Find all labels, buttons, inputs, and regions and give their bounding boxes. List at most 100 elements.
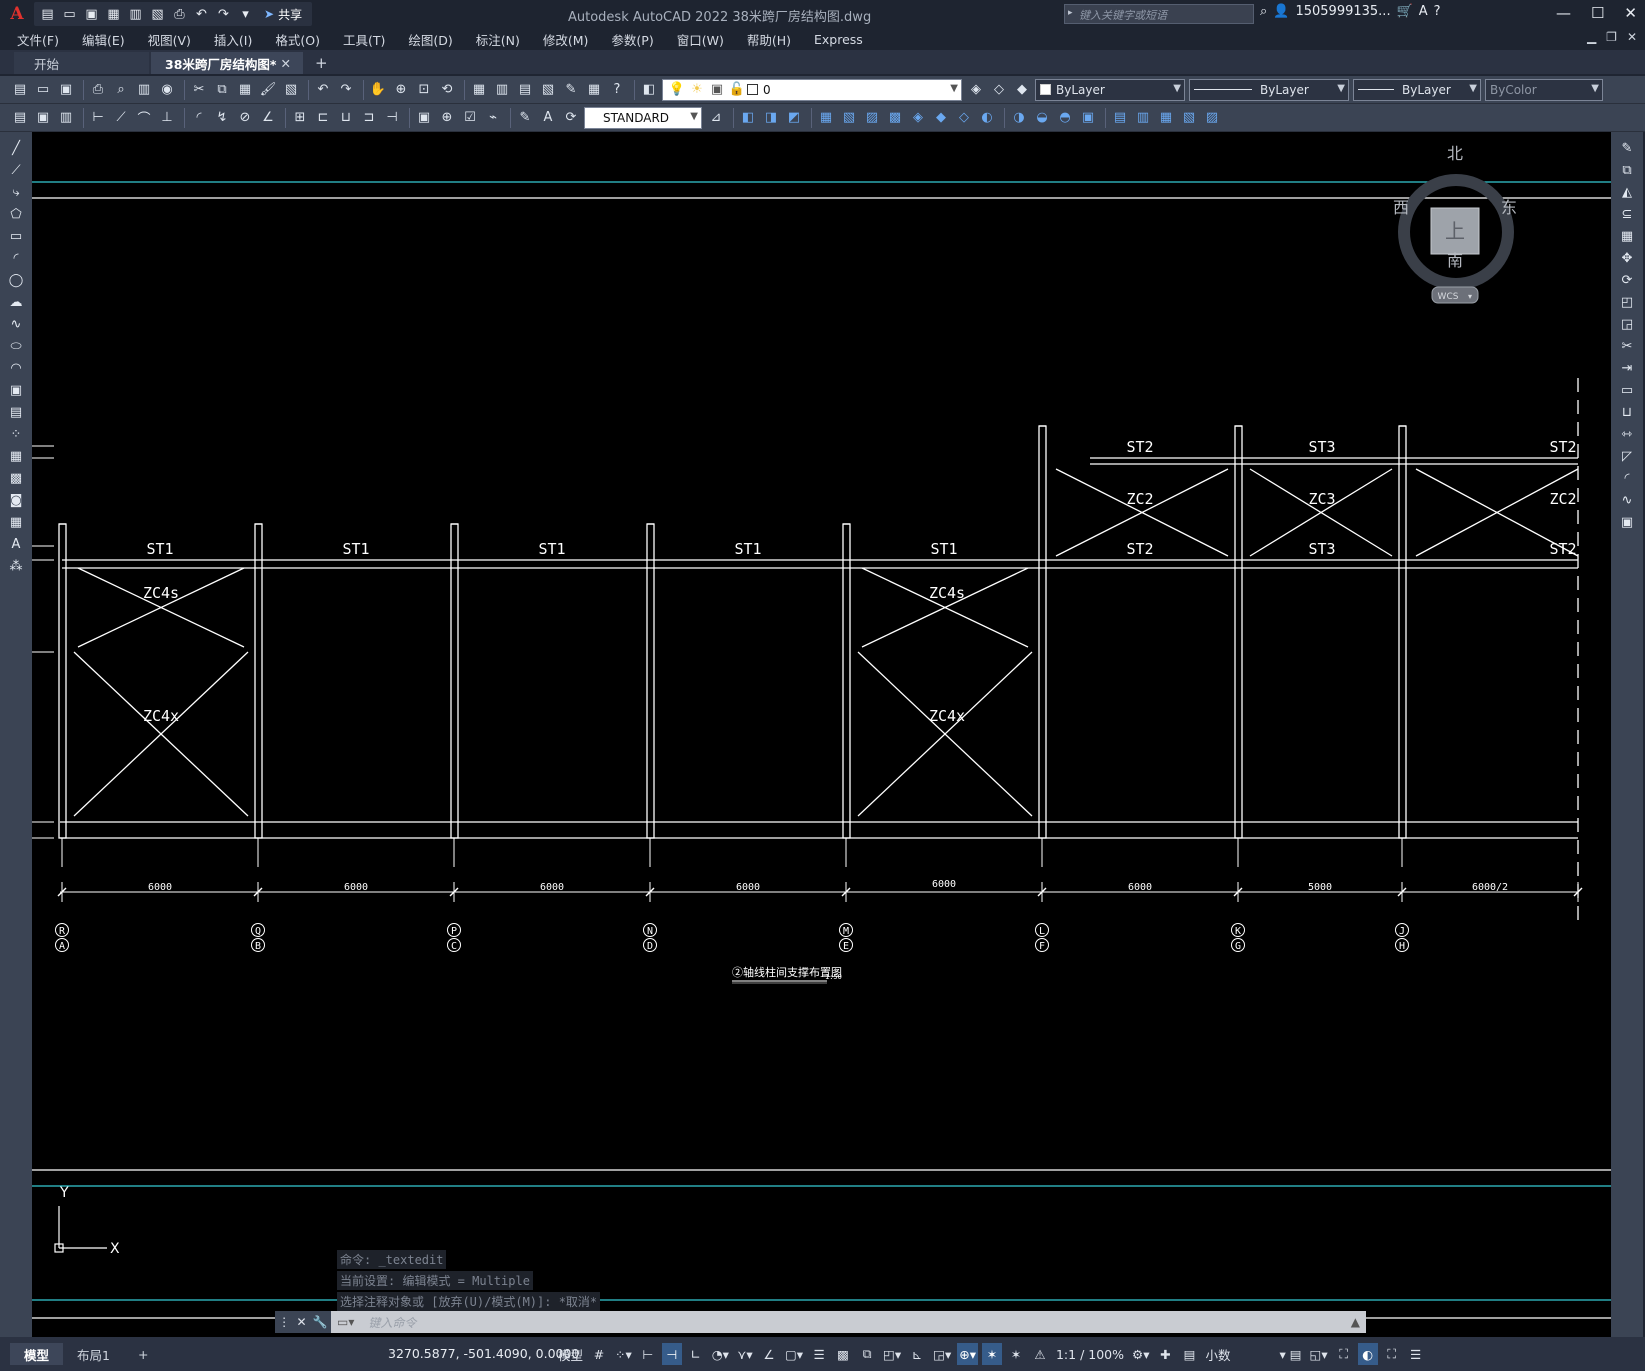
tab-start[interactable]: 开始	[14, 52, 149, 74]
section-icon[interactable]: ▦	[1156, 108, 1176, 128]
new-tab-button[interactable]: +	[305, 52, 338, 74]
ellipse-icon[interactable]: ⬭	[5, 336, 27, 356]
help-icon[interactable]: ?	[607, 80, 627, 100]
close-button[interactable]: ✕	[1624, 4, 1637, 22]
move-faces-icon[interactable]: ▧	[839, 108, 859, 128]
workspace-gear-icon[interactable]: ⚙▾	[1130, 1343, 1151, 1365]
3d-osnap-icon[interactable]: ◰▾	[881, 1343, 903, 1365]
inspection-icon[interactable]: ☑	[460, 108, 480, 128]
zoom-previous-icon[interactable]: ⟲	[437, 80, 457, 100]
arc-length-icon[interactable]: ⌒	[134, 108, 154, 128]
break-at-point-icon[interactable]: ▭	[1616, 380, 1638, 400]
layer-walk-icon[interactable]: ▥	[56, 108, 76, 128]
linear-dimension-icon[interactable]: ⊢	[88, 108, 108, 128]
plot-icon[interactable]: ⎙	[170, 5, 189, 23]
menu-edit[interactable]: 编辑(E)	[82, 30, 125, 49]
layer-isolate-icon[interactable]: ▣	[33, 108, 53, 128]
rotate-icon[interactable]: ⟳	[1616, 270, 1638, 290]
diameter-dimension-icon[interactable]: ⊘	[235, 108, 255, 128]
erase-icon[interactable]: ✎	[1616, 138, 1638, 158]
dimension-style-dropdown[interactable]: STANDARD ▼	[584, 106, 702, 129]
command-input[interactable]: 键入命令	[360, 1314, 1350, 1331]
check-icon[interactable]: ▤	[1110, 108, 1130, 128]
cart-icon[interactable]: 🛒	[1397, 4, 1413, 19]
menu-format[interactable]: 格式(O)	[275, 30, 320, 49]
undo-icon[interactable]: ↶	[313, 80, 333, 100]
undo-icon[interactable]: ↶	[192, 5, 211, 23]
annotation-visibility-icon[interactable]: ✶	[981, 1343, 1002, 1365]
color-dropdown[interactable]: ByLayer ▼	[1035, 78, 1185, 101]
continue-dimension-icon[interactable]: ⊔	[336, 108, 356, 128]
layer-match-icon[interactable]: ▤	[10, 108, 30, 128]
selection-filter-icon[interactable]: ◲▾	[931, 1343, 953, 1365]
drawing-canvas[interactable]: 6000 6000 6000 6000 6000 6000 5000 6000/2 R A Q B P C…	[32, 132, 1611, 1350]
user-name[interactable]: 1505999135...	[1295, 4, 1390, 19]
slice-icon[interactable]: ▥	[1133, 108, 1153, 128]
offset-faces-icon[interactable]: ▨	[862, 108, 882, 128]
cut-icon[interactable]: ✂	[189, 80, 209, 100]
extend-icon[interactable]: ⇥	[1616, 358, 1638, 378]
3d-print-icon[interactable]: ◉	[157, 80, 177, 100]
redo-icon[interactable]: ↷	[336, 80, 356, 100]
jogged-linear-icon[interactable]: ⌁	[483, 108, 503, 128]
menu-file[interactable]: 文件(F)	[17, 30, 59, 49]
multiline-text-icon[interactable]: A	[5, 534, 27, 554]
dynamic-ucs-icon[interactable]: ⊾	[907, 1343, 927, 1365]
redo-icon[interactable]: ↷	[214, 5, 233, 23]
open-web-icon[interactable]: ▥	[126, 5, 145, 23]
transparency-icon[interactable]: ▩	[833, 1343, 853, 1365]
make-current-layer-icon[interactable]: ◈	[966, 80, 986, 100]
customize-qat-icon[interactable]: ▾	[236, 5, 255, 23]
ortho-icon[interactable]: ∟	[686, 1343, 706, 1365]
tool-palettes-icon[interactable]: ▤	[515, 80, 535, 100]
open-folder-icon[interactable]: ▭	[60, 5, 79, 23]
annotation-monitor-icon[interactable]: ✚	[1155, 1343, 1175, 1365]
break-icon[interactable]: ⊔	[1616, 402, 1638, 422]
annotation-scale-icon[interactable]: ⚠	[1030, 1343, 1050, 1365]
layer-dropdown[interactable]: 💡 ☀ ▣ 🔓 0 ▼	[662, 78, 962, 101]
publish-icon[interactable]: ▥	[134, 80, 154, 100]
menu-parametric[interactable]: 参数(P)	[611, 30, 653, 49]
isometric-icon[interactable]: ⋎▾	[735, 1343, 755, 1365]
point-icon[interactable]: ⁘	[5, 424, 27, 444]
line-icon[interactable]: ╱	[5, 138, 27, 158]
plot-preview-icon[interactable]: ⌕	[111, 80, 131, 100]
properties-icon[interactable]: ▦	[469, 80, 489, 100]
clean-screen-icon[interactable]: ⛶	[1382, 1343, 1402, 1365]
gizmo-icon[interactable]: ⊕▾	[957, 1343, 978, 1365]
explode-icon[interactable]: ▣	[1616, 512, 1638, 532]
units-icon[interactable]: ▤	[1179, 1343, 1199, 1365]
make-block-icon[interactable]: ▤	[5, 402, 27, 422]
markup-icon[interactable]: ✎	[561, 80, 581, 100]
block-editor-icon[interactable]: ▧	[281, 80, 301, 100]
infer-constraints-icon[interactable]: ⊢	[638, 1343, 658, 1365]
search-input[interactable]: ▸ 键入关键字或短语	[1064, 4, 1254, 24]
menu-express[interactable]: Express	[814, 32, 863, 47]
stretch-icon[interactable]: ◲	[1616, 314, 1638, 334]
a360-icon[interactable]: A	[1419, 4, 1428, 19]
paste-icon[interactable]: ▦	[235, 80, 255, 100]
mirror-icon[interactable]: ◭	[1616, 182, 1638, 202]
join-icon[interactable]: ⇿	[1616, 424, 1638, 444]
sheet-set-icon[interactable]: ▧	[538, 80, 558, 100]
chamfer-icon[interactable]: ◸	[1616, 446, 1638, 466]
baseline-dimension-icon[interactable]: ⊏	[313, 108, 333, 128]
customization-icon[interactable]: ☰	[1406, 1343, 1426, 1365]
gradient-icon[interactable]: ▩	[5, 468, 27, 488]
array-icon[interactable]: ▦	[1616, 226, 1638, 246]
viewcube[interactable]: 上 北 南 西 东 WCS ▾	[1393, 144, 1517, 304]
menu-window[interactable]: 窗口(W)	[677, 30, 724, 49]
table-icon[interactable]: ▦	[5, 512, 27, 532]
move-icon[interactable]: ✥	[1616, 248, 1638, 268]
layer-previous-icon[interactable]: ◇	[989, 80, 1009, 100]
lineweight-icon[interactable]: ☰	[809, 1343, 829, 1365]
share-button[interactable]: ➤ 共享	[258, 6, 308, 23]
hatch-icon[interactable]: ▦	[5, 446, 27, 466]
zoom-realtime-icon[interactable]: ⊕	[391, 80, 411, 100]
isolate-objects-icon[interactable]: ⛶	[1334, 1343, 1354, 1365]
intersect-icon[interactable]: ◩	[784, 108, 804, 128]
angular-dimension-icon[interactable]: ∠	[258, 108, 278, 128]
close-icon[interactable]: ✕	[296, 1315, 306, 1329]
union-icon[interactable]: ◧	[738, 108, 758, 128]
taper-faces-icon[interactable]: ◆	[931, 108, 951, 128]
